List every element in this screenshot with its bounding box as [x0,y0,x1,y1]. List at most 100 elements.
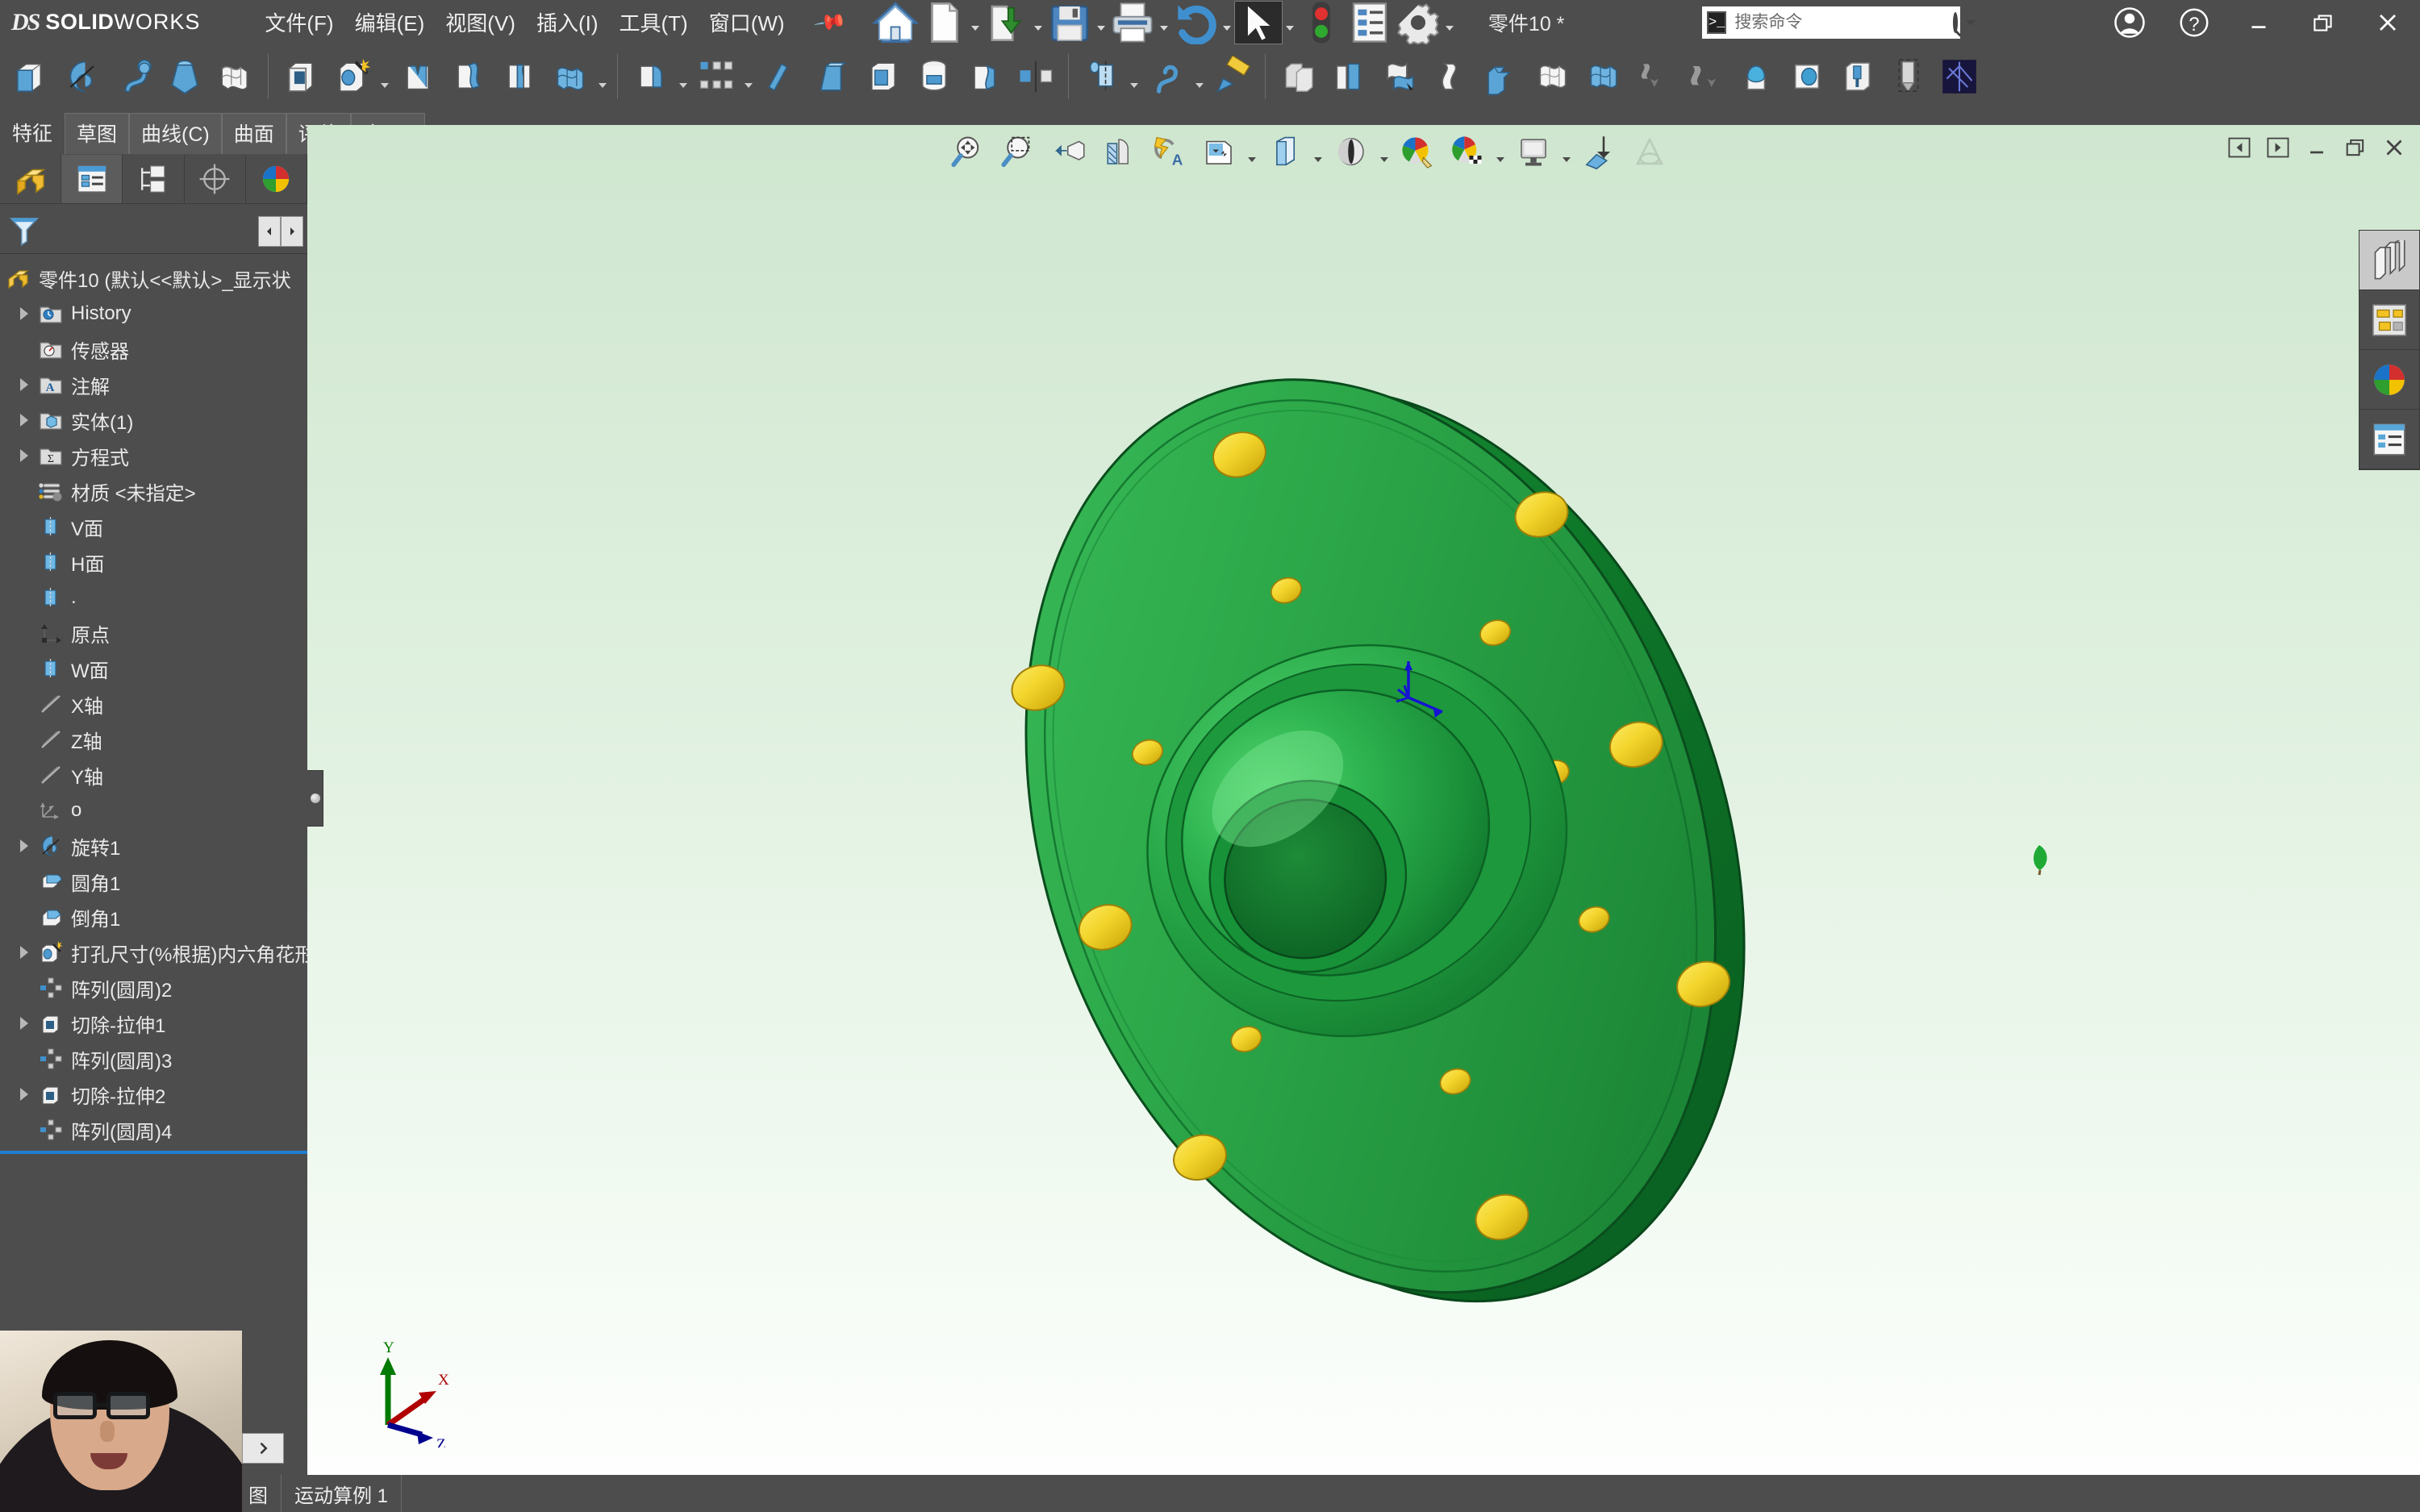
chevron-down-icon[interactable] [1966,19,1976,26]
view-settings-caret[interactable] [1492,125,1508,178]
intersect-icon[interactable] [1273,51,1324,102]
lofted-cut-icon[interactable] [494,51,544,102]
zoom-scale-icon[interactable] [1625,125,1675,178]
menu-file[interactable]: 文件(F) [263,4,335,40]
bottom-tab-motion-study-1[interactable]: 运动算例 1 [282,1475,403,1512]
edit-appearance-caret[interactable] [1376,125,1392,178]
deform-icon[interactable] [1425,51,1476,102]
undo-button[interactable] [1172,2,1219,45]
tab-property-manager[interactable] [61,154,123,203]
swept-boss-icon[interactable] [108,51,159,102]
tree-item-plane-v[interactable]: V面 [0,509,307,544]
tree-item-cut-extrude2[interactable]: 切除-拉伸2 [0,1077,307,1112]
expand-arrow-icon[interactable] [13,839,35,852]
dome-icon[interactable] [959,51,1010,102]
search-input[interactable] [1734,13,1954,32]
boundary-cut-icon[interactable] [544,51,595,102]
window-prev-icon[interactable] [2222,130,2257,165]
help-question-icon[interactable]: ? [2162,0,2226,44]
print-caret[interactable] [1158,2,1170,44]
tree-item-circular-pattern4[interactable]: 阵列(圆周)4 [0,1112,307,1148]
tree-item-solid-bodies[interactable]: 实体(1) [0,402,307,438]
swept-cut-icon[interactable] [443,51,494,102]
tree-item-hole-wizard[interactable]: 打孔尺寸(%根据)内六角花形 [0,935,307,970]
cavity-icon[interactable] [1883,51,1934,102]
revolved-cut-icon[interactable] [392,51,443,102]
menu-edit[interactable]: 编辑(E) [353,4,427,40]
draft-icon[interactable] [807,51,857,102]
tree-item-annotations[interactable]: A 注解 [0,367,307,402]
tree-item-circular-pattern3[interactable]: 阵列(圆周)3 [0,1041,307,1077]
new-document-button[interactable] [920,2,967,44]
view-orientation-icon[interactable]: A [1144,125,1194,178]
nav-back-icon[interactable] [258,216,281,247]
edit-appearance-icon[interactable] [1326,125,1376,178]
perspective-icon[interactable] [1575,125,1625,178]
close-x-icon[interactable] [2355,0,2420,44]
tab-sketch[interactable]: 草图 [65,113,130,154]
tree-item-revolve1[interactable]: 旋转1 [0,828,307,864]
expand-arrow-icon[interactable] [13,946,35,959]
restore-window-icon[interactable] [2291,0,2355,44]
select-tool-button[interactable] [1233,0,1283,44]
delete-body-icon[interactable] [1679,51,1730,102]
hole-wizard-icon[interactable] [327,51,378,102]
surface-flatten-icon[interactable] [1578,51,1629,102]
tree-item-chamfer1[interactable]: 倒角1 [0,899,307,935]
tab-display-manager[interactable] [246,154,308,203]
pushpin-icon[interactable]: 📌 [812,5,848,40]
shell-icon[interactable] [857,51,908,102]
tree-item-fillet1[interactable]: 圆角1 [0,864,307,899]
linear-pattern-icon[interactable] [691,51,741,102]
tree-item-axis-x[interactable]: X轴 [0,686,307,722]
revolved-boss-icon[interactable] [57,51,108,102]
rebuild-button[interactable] [1298,2,1345,44]
instant3d-icon[interactable] [1207,51,1258,102]
undo-caret[interactable] [1220,2,1233,44]
tab-curves[interactable]: 曲线(C) [129,113,222,154]
curves-icon[interactable] [1141,51,1192,102]
options-caret[interactable] [1443,2,1456,44]
menu-view[interactable]: 视图(V) [444,4,517,40]
realview-caret[interactable] [1558,125,1575,178]
thicken-icon[interactable] [1527,51,1578,102]
file-properties-button[interactable] [1346,2,1393,44]
tree-item-plane-dot[interactable]: . [0,580,307,615]
expand-arrow-icon[interactable] [13,449,35,462]
window-next-icon[interactable] [2260,130,2296,165]
tree-item-axis-y[interactable]: Y轴 [0,757,307,793]
save-button[interactable] [1046,2,1093,44]
select-tool-caret[interactable] [1283,2,1296,44]
linear-pattern-caret[interactable] [741,51,756,102]
task-pane-design-library[interactable] [2360,231,2419,290]
extruded-cut-icon[interactable] [276,51,327,102]
curves-caret[interactable] [1192,51,1207,102]
stud-wizard-icon[interactable] [1832,51,1883,102]
search-command-box[interactable]: >_ [1702,6,1976,39]
tree-item-axis-z[interactable]: Z轴 [0,722,307,757]
new-document-caret[interactable] [969,2,982,44]
rollback-bar[interactable] [0,1151,307,1154]
menu-window[interactable]: 窗口(W) [707,4,786,40]
hide-show-items-caret[interactable] [1310,125,1326,178]
tree-item-plane-w[interactable]: W面 [0,651,307,686]
user-account-icon[interactable] [2097,0,2162,44]
tab-surfaces[interactable]: 曲面 [221,113,286,154]
reference-geometry-icon[interactable] [1076,51,1127,102]
section-view-icon[interactable] [1094,125,1144,178]
rib-icon[interactable] [756,51,807,102]
open-document-button[interactable] [983,2,1030,44]
expand-arrow-icon[interactable] [13,1088,35,1101]
task-pane-file-explorer[interactable] [2360,290,2419,350]
hide-show-items-icon[interactable] [1260,125,1310,178]
tree-item-equations[interactable]: Σ 方程式 [0,438,307,473]
split-icon[interactable] [1324,51,1375,102]
webcam-expand-button[interactable] [242,1433,284,1464]
reference-geometry-caret[interactable] [1127,51,1141,102]
tree-item-origin[interactable]: 原点 [0,615,307,651]
gear-icon[interactable] [1395,2,1442,45]
save-caret[interactable] [1095,2,1108,44]
tree-item-plane-h[interactable]: H面 [0,544,307,580]
zoom-to-area-icon[interactable] [994,125,1044,178]
move-copy-body-icon[interactable] [1629,51,1679,102]
